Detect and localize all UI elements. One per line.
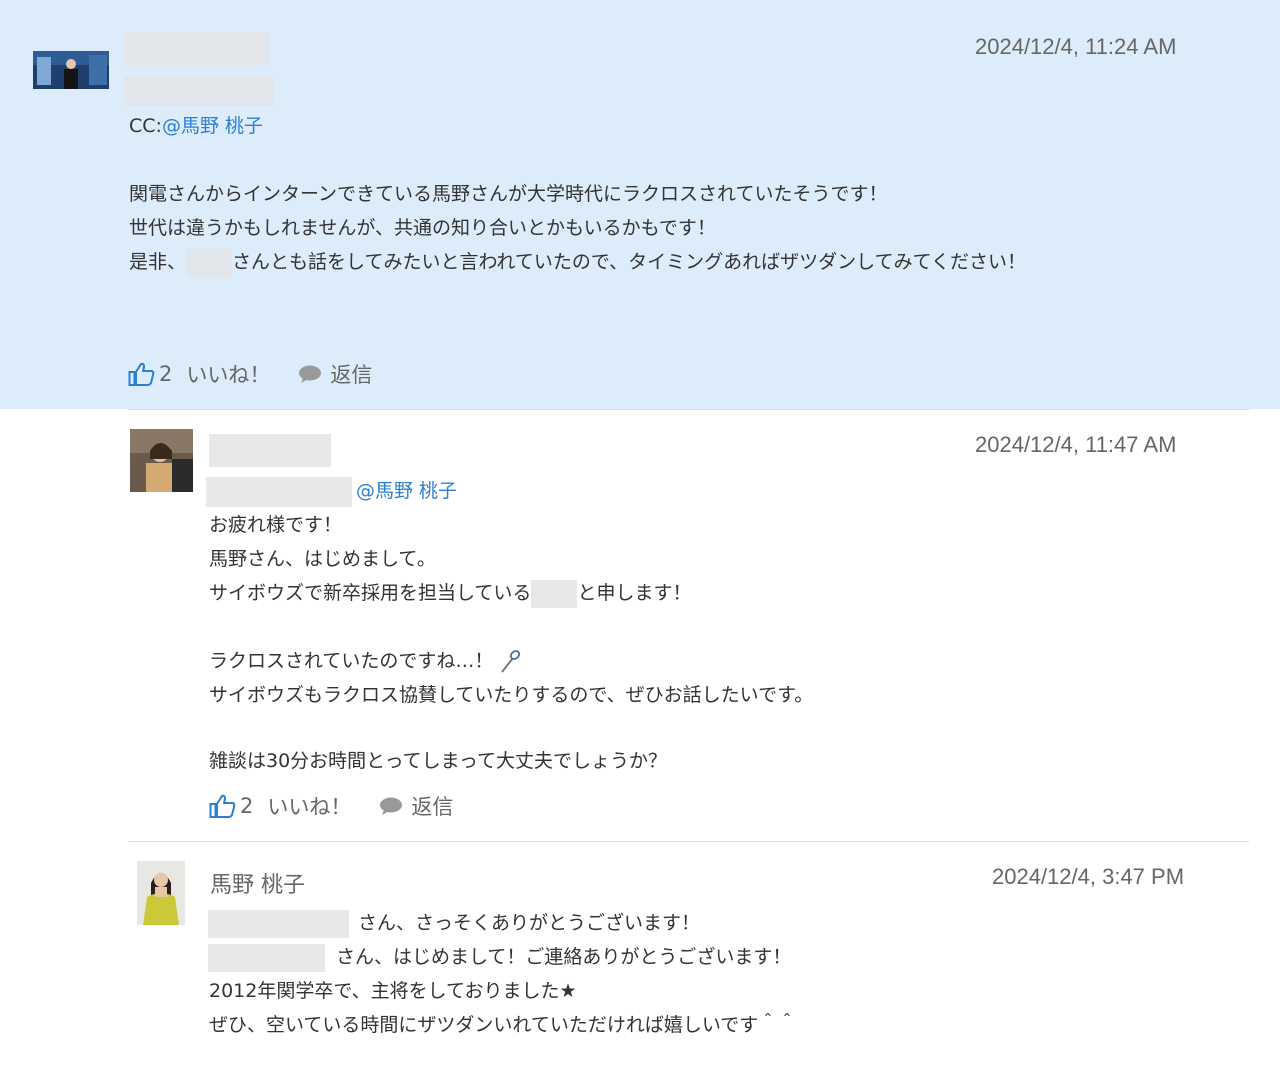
thumbs-up-icon xyxy=(128,362,155,386)
reply-label: 返信 xyxy=(330,363,373,387)
cc-prefix: CC: xyxy=(129,115,162,137)
post-body-segment: サイボウズで新卒採用を担当している xyxy=(209,582,532,604)
speech-bubble-icon xyxy=(380,797,403,815)
reply-button[interactable]: 返信 xyxy=(379,791,453,821)
thumbs-up-icon xyxy=(209,794,236,818)
like-count: 2 xyxy=(240,794,254,818)
post-body-line: さん、はじめまして！ご連絡ありがとうございます！ xyxy=(208,942,791,972)
reply-label: 返信 xyxy=(411,795,454,819)
avatar[interactable] xyxy=(137,861,185,925)
redacted-author-name xyxy=(209,434,331,467)
redacted-name xyxy=(186,248,233,277)
redacted-name xyxy=(206,476,352,507)
mention-link[interactable]: @馬野 桃子 xyxy=(356,480,457,502)
post-body-line: 関電さんからインターンできている馬野さんが大学時代にラクロスされていたそうです！ xyxy=(129,183,888,205)
avatar[interactable] xyxy=(33,51,109,89)
speech-bubble-icon xyxy=(299,365,322,383)
post-actions: 2 いいね！ 返信 xyxy=(128,359,372,389)
post-timestamp: 2024/12/4, 11:47 AM xyxy=(975,432,1177,457)
post-body-line: ぜひ、空いている時間にザツダンいれていただければ嬉しいです＾＾ xyxy=(209,1014,797,1036)
post-timestamp: 2024/12/4, 3:47 PM xyxy=(992,864,1185,889)
divider xyxy=(128,841,1249,842)
author-name[interactable]: 馬野 桃子 xyxy=(210,867,305,899)
post-body-line: ラクロスされていたのですね…！ xyxy=(209,646,521,676)
post-body-line: 是非、 さんとも話をしてみたいと言われていたので、タイミングあればザツダンしてみて… xyxy=(129,247,1026,277)
post-body-segment: さんとも話をしてみたいと言われていたので、タイミングあればザツダンしてみてくださ… xyxy=(232,251,1027,273)
post-body-line: サイボウズもラクロス協賛していたりするので、ぜひお話したいです。 xyxy=(209,684,814,706)
post-timestamp: 2024/12/4, 11:24 AM xyxy=(975,34,1177,59)
like-count: 2 xyxy=(159,362,173,386)
redacted-author-name xyxy=(124,32,269,65)
post-body-segment: さん、さっそくありがとうございます！ xyxy=(358,912,701,934)
redacted-name xyxy=(208,943,325,972)
post-body-segment: 是非、 xyxy=(129,251,187,273)
post-body-line: 雑談は30分お時間とってしまって大丈夫でしょうか？ xyxy=(209,750,667,772)
like-label: いいね！ xyxy=(186,363,271,387)
redacted-author-detail xyxy=(124,76,273,106)
redacted-name xyxy=(208,909,349,938)
post-body-line: さん、さっそくありがとうございます！ xyxy=(208,908,700,938)
mention-link[interactable]: @馬野 桃子 xyxy=(162,115,263,137)
post-body-line: 馬野さん、はじめまして。 xyxy=(209,548,436,570)
mention-line: @馬野 桃子 xyxy=(206,476,457,507)
post-body-line: サイボウズで新卒採用を担当している と申します！ xyxy=(209,578,691,608)
post-body-segment: さん、はじめまして！ご連絡ありがとうございます！ xyxy=(336,946,792,968)
like-label: いいね！ xyxy=(267,795,352,819)
post-body-line: 2012年関学卒で、主将をしておりました★ xyxy=(209,980,577,1002)
like-button[interactable]: 2 いいね！ xyxy=(128,359,270,389)
post-body-segment: と申します！ xyxy=(577,582,692,604)
like-button[interactable]: 2 いいね！ xyxy=(209,791,351,821)
cc-line: CC:@馬野 桃子 xyxy=(129,111,263,141)
avatar[interactable] xyxy=(130,429,193,492)
post-actions: 2 いいね！ 返信 xyxy=(209,791,453,821)
reply-button[interactable]: 返信 xyxy=(298,359,372,389)
post-body-segment: ラクロスされていたのですね…！ xyxy=(209,650,494,672)
lacrosse-stick-icon xyxy=(501,649,521,673)
divider xyxy=(128,409,1249,410)
redacted-name xyxy=(531,579,578,608)
post-body-line: 世代は違うかもしれませんが、共通の知り合いとかもいるかもです！ xyxy=(129,217,716,239)
highlighted-post: 2024/12/4, 11:24 AM CC:@馬野 桃子 関電さんからインター… xyxy=(0,0,1280,409)
post-body-line: お疲れ様です！ xyxy=(209,514,343,536)
